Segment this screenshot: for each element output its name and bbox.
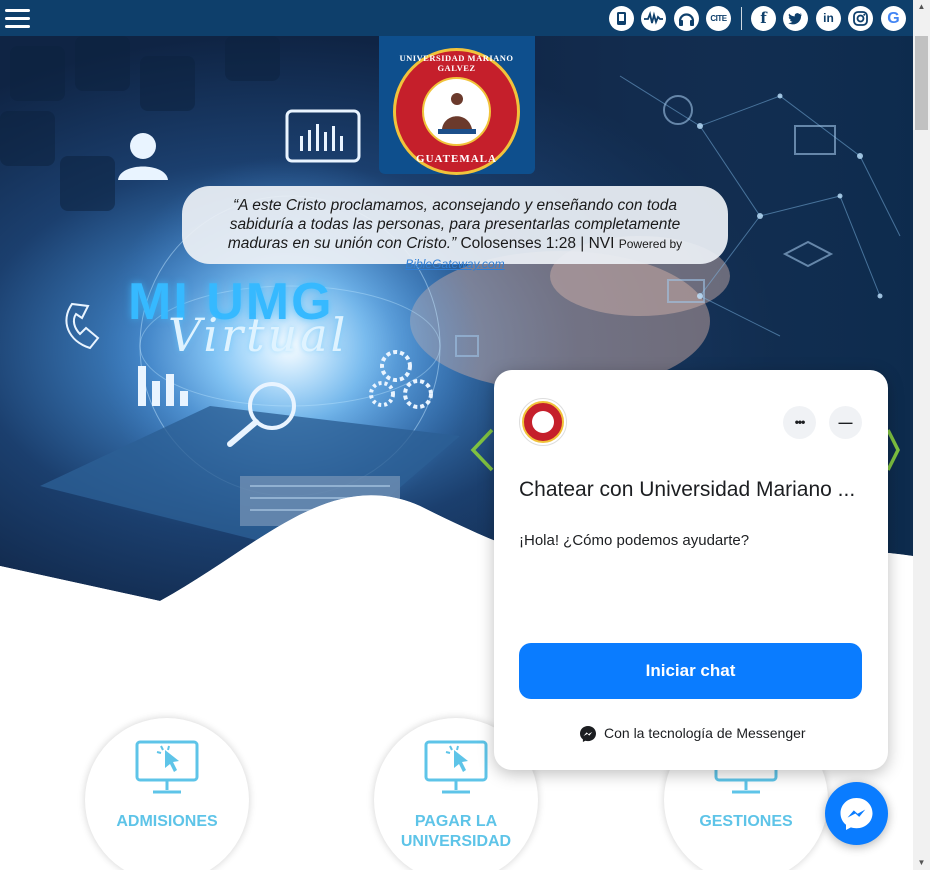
logo-bottom-text: GUATEMALA xyxy=(416,153,497,165)
radio-icon[interactable] xyxy=(641,6,666,31)
university-logo[interactable]: UNIVERSIDAD MARIANO GALVEZ GUATEMALA xyxy=(393,48,520,175)
service-label-line1: GESTIONES xyxy=(699,813,793,830)
service-label-line1: PAGAR LA xyxy=(414,813,498,830)
chat-greeting: ¡Hola! ¿Cómo podemos ayudarte? xyxy=(519,532,750,549)
logo-top-text: UNIVERSIDAD MARIANO GALVEZ xyxy=(399,53,514,73)
chat-more-options-button[interactable]: ••• xyxy=(783,406,816,439)
cite-icon[interactable]: CITE xyxy=(706,6,731,31)
start-chat-button[interactable]: Iniciar chat xyxy=(519,643,862,699)
virtual-title: Virtual xyxy=(168,308,349,362)
biblegateway-link[interactable]: BibleGateway.com xyxy=(405,257,504,271)
messenger-launcher-button[interactable] xyxy=(825,782,888,845)
carousel-prev-arrow-icon[interactable] xyxy=(470,428,494,472)
top-bar: CITE f in G xyxy=(0,0,913,36)
messenger-icon xyxy=(840,798,873,830)
bible-quote: “A este Cristo proclamamos, aconsejando … xyxy=(182,186,728,271)
logo-emblem xyxy=(422,77,491,146)
scrollbar-track[interactable] xyxy=(913,0,930,870)
linkedin-icon[interactable]: in xyxy=(816,6,841,31)
chat-powered-by: Con la tecnología de Messenger xyxy=(604,725,806,741)
chat-avatar xyxy=(519,398,567,446)
headphones-icon[interactable] xyxy=(674,6,699,31)
hamburger-menu-icon[interactable] xyxy=(4,5,32,31)
twitter-icon[interactable] xyxy=(783,6,808,31)
google-icon[interactable]: G xyxy=(881,6,906,31)
chat-minimize-button[interactable]: — xyxy=(829,406,862,439)
messenger-chat-widget: ••• — Chatear con Universidad Mariano ..… xyxy=(494,370,888,770)
service-label-line2: UNIVERSIDAD xyxy=(400,833,512,850)
top-bar-divider xyxy=(741,7,742,30)
service-label: GESTIONES xyxy=(664,812,828,832)
messenger-icon xyxy=(580,726,596,742)
app-icon[interactable] xyxy=(609,6,634,31)
service-card-admisiones[interactable]: ADMISIONES xyxy=(85,718,249,870)
computer-click-icon xyxy=(424,740,488,794)
computer-click-icon xyxy=(135,740,199,794)
service-label: PAGAR LA UNIVERSIDAD xyxy=(374,812,538,852)
service-label: ADMISIONES xyxy=(85,812,249,832)
scrollbar-thumb[interactable] xyxy=(915,36,928,130)
scroll-down-arrow-icon[interactable]: ▼ xyxy=(913,856,930,870)
quote-reference: Colosenses 1:28 | NVI xyxy=(460,235,615,252)
chat-title: Chatear con Universidad Mariano ... xyxy=(519,478,856,501)
scroll-up-arrow-icon[interactable]: ▲ xyxy=(913,0,930,14)
instagram-icon[interactable] xyxy=(848,6,873,31)
service-label-line1: ADMISIONES xyxy=(116,813,218,830)
quote-powered-by: Powered by xyxy=(618,237,683,251)
facebook-icon[interactable]: f xyxy=(751,6,776,31)
page: CITE f in G UNIVERSIDAD MARIANO GALVEZ G… xyxy=(0,0,930,870)
